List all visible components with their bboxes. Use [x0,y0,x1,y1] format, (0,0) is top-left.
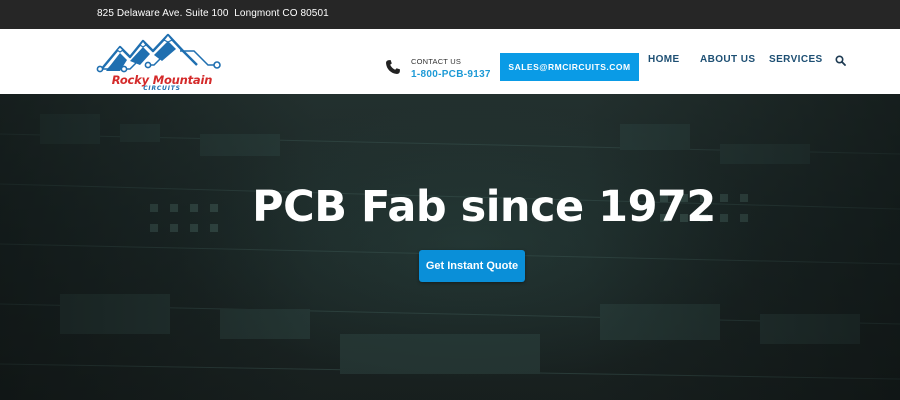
site-logo[interactable]: Rocky Mountain CIRCUITS [96,29,228,94]
site-header: Rocky Mountain CIRCUITS CONTACT US 1-800… [0,29,900,94]
nav-item-services[interactable]: SERVICES [769,54,823,65]
nav-item-home[interactable]: HOME [648,54,680,65]
top-info-bar: 825 Delaware Ave. Suite 100 Longmont CO … [0,0,900,29]
address-text: 825 Delaware Ave. Suite 100 Longmont CO … [97,8,329,19]
search-icon[interactable] [835,55,846,66]
hero-title: PCB Fab since 1972 [252,182,716,232]
hero-section: PCB Fab since 1972 Get Instant Quote [0,94,900,400]
get-instant-quote-button[interactable]: Get Instant Quote [419,250,525,282]
hero-overlay [0,94,900,400]
contact-phone-link[interactable]: 1-800-PCB-9137 [411,69,491,80]
sales-email-button[interactable]: SALES@RMCIRCUITS.COM [500,53,639,81]
logo-sub-text: CIRCUITS [143,85,181,92]
nav-item-about-us[interactable]: ABOUT US [700,54,755,65]
contact-label: CONTACT US [411,57,462,66]
phone-icon [386,60,400,74]
